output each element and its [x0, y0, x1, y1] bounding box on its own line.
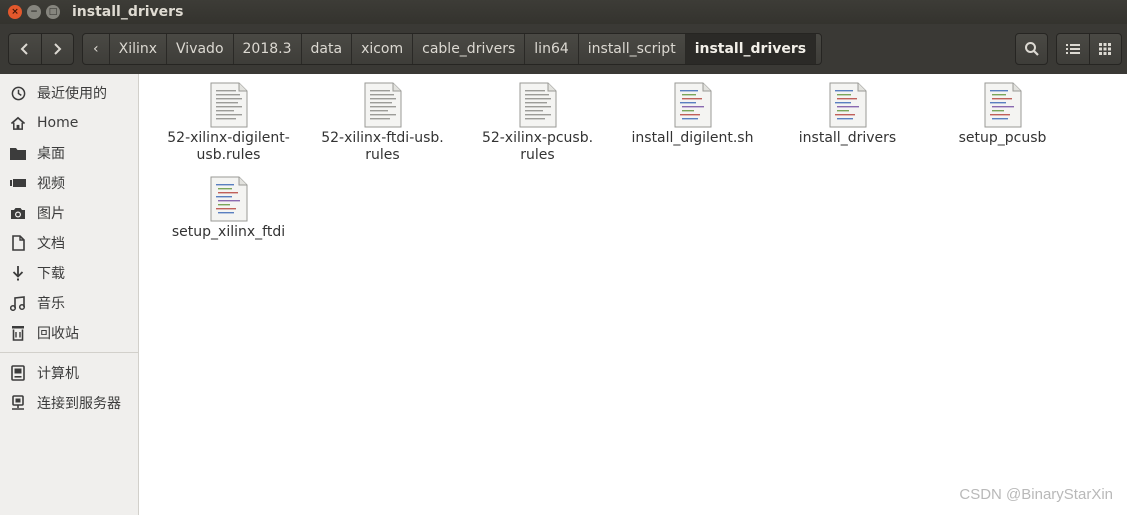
maximize-icon: □: [48, 7, 58, 17]
breadcrumb-lin64[interactable]: lin64: [525, 34, 579, 64]
path-scroll-left-button[interactable]: ‹: [83, 34, 110, 64]
sidebar-item-computer[interactable]: 计算机: [0, 359, 139, 387]
sidebar-item-videos[interactable]: 视频: [0, 169, 139, 197]
list-view-button[interactable]: [1057, 34, 1089, 64]
toolbar: ‹ Xilinx Vivado 2018.3 data xicom cable_…: [0, 24, 1127, 74]
clock-icon: [10, 85, 26, 101]
home-icon: [10, 115, 26, 131]
view-options-group: [1056, 33, 1122, 65]
sidebar-item-label: 图片: [37, 206, 65, 222]
maximize-window-button[interactable]: □: [46, 5, 60, 19]
breadcrumb-install-script[interactable]: install_script: [579, 34, 686, 64]
sidebar-item-label: Home: [37, 115, 79, 131]
back-button[interactable]: [9, 34, 41, 64]
breadcrumb-xilinx[interactable]: Xilinx: [110, 34, 168, 64]
file-item[interactable]: 52-xilinx-digilent-usb.rules: [151, 82, 306, 164]
trash-icon: [10, 325, 26, 341]
chevron-left-icon: [20, 43, 28, 55]
window-title: install_drivers: [72, 4, 184, 20]
camera-icon: [10, 205, 26, 221]
file-item[interactable]: setup_xilinx_ftdi: [151, 176, 306, 241]
sidebar-item-label: 计算机: [37, 366, 79, 382]
script-file-icon: [829, 82, 866, 128]
grid-view-button[interactable]: [1088, 34, 1122, 64]
sidebar-item-recent[interactable]: 最近使用的: [0, 79, 139, 107]
download-icon: [10, 265, 26, 281]
breadcrumb-install-drivers[interactable]: install_drivers: [685, 34, 817, 64]
file-item[interactable]: 52-xilinx-pcusb. rules: [460, 82, 615, 164]
history-nav-group: [8, 33, 74, 65]
sidebar-item-home[interactable]: Home: [0, 109, 139, 137]
script-file-icon: [674, 82, 711, 128]
file-view: 52-xilinx-digilent-usb.rules 52-xilinx-f…: [145, 74, 1127, 515]
search-button[interactable]: [1015, 33, 1048, 65]
chevron-right-icon: [54, 43, 62, 55]
sidebar-item-label: 最近使用的: [37, 86, 107, 102]
close-icon: ×: [11, 7, 19, 17]
sidebar-item-trash[interactable]: 回收站: [0, 319, 139, 347]
breadcrumb-2018-3[interactable]: 2018.3: [234, 34, 302, 64]
sidebar-item-label: 文档: [37, 236, 65, 252]
file-item[interactable]: install_drivers: [770, 82, 925, 147]
sidebar-item-documents[interactable]: 文档: [0, 229, 139, 257]
path-bar: ‹ Xilinx Vivado 2018.3 data xicom cable_…: [82, 33, 822, 65]
music-icon: [10, 295, 26, 311]
breadcrumb-cable-drivers[interactable]: cable_drivers: [413, 34, 526, 64]
folder-icon: [10, 145, 26, 161]
sidebar-item-label: 连接到服务器: [37, 396, 121, 412]
sidebar-item-label: 回收站: [37, 326, 79, 342]
text-file-icon: [210, 82, 247, 128]
forward-button[interactable]: [40, 34, 74, 64]
sidebar-item-connect-server[interactable]: 连接到服务器: [0, 389, 139, 417]
file-name: install_digilent.sh: [631, 130, 754, 146]
file-name: setup_xilinx_ftdi: [171, 224, 286, 240]
file-item[interactable]: setup_pcusb: [925, 82, 1080, 147]
chevron-left-icon: ‹: [93, 41, 99, 57]
title-bar: × − □ install_drivers: [0, 0, 1127, 24]
breadcrumb-data[interactable]: data: [302, 34, 353, 64]
sidebar-item-pictures[interactable]: 图片: [0, 199, 139, 227]
sidebar-item-desktop[interactable]: 桌面: [0, 139, 139, 167]
sidebar-item-downloads[interactable]: 下载: [0, 259, 139, 287]
file-name: 52-xilinx-pcusb. rules: [481, 130, 594, 163]
file-manager-window: × − □ install_drivers ‹ Xilinx Vivado 20…: [0, 0, 1127, 515]
sidebar-item-label: 音乐: [37, 296, 65, 312]
script-file-icon: [984, 82, 1021, 128]
file-name: install_drivers: [798, 130, 897, 146]
minimize-icon: −: [30, 7, 38, 17]
video-icon: [10, 175, 26, 191]
grid-view-icon: [1099, 43, 1112, 55]
watermark: CSDN @BinaryStarXin: [959, 486, 1113, 503]
file-item[interactable]: 52-xilinx-ftdi-usb. rules: [305, 82, 460, 164]
script-file-icon: [210, 176, 247, 222]
server-icon: [10, 395, 26, 411]
list-view-icon: [1065, 44, 1080, 54]
sidebar-item-label: 桌面: [37, 146, 65, 162]
sidebar-separator: [0, 352, 139, 353]
sidebar-item-label: 视频: [37, 176, 65, 192]
text-file-icon: [364, 82, 401, 128]
file-name: setup_pcusb: [958, 130, 1047, 146]
sidebar-item-music[interactable]: 音乐: [0, 289, 139, 317]
breadcrumb-xicom[interactable]: xicom: [352, 34, 414, 64]
minimize-window-button[interactable]: −: [27, 5, 41, 19]
document-icon: [10, 235, 26, 251]
places-sidebar: 最近使用的 Home 桌面 视频 图片 文档 下载 音乐 回收站 计算机 连接到…: [0, 74, 139, 515]
breadcrumb-vivado[interactable]: Vivado: [167, 34, 234, 64]
search-icon: [1024, 42, 1039, 56]
file-item[interactable]: install_digilent.sh: [615, 82, 770, 147]
path-scroll-right-button[interactable]: ›: [816, 34, 821, 64]
file-name: 52-xilinx-ftdi-usb. rules: [321, 130, 444, 163]
computer-icon: [10, 365, 26, 381]
text-file-icon: [519, 82, 556, 128]
sidebar-item-label: 下载: [37, 266, 65, 282]
close-window-button[interactable]: ×: [8, 5, 22, 19]
file-name: 52-xilinx-digilent-usb.rules: [167, 130, 290, 163]
